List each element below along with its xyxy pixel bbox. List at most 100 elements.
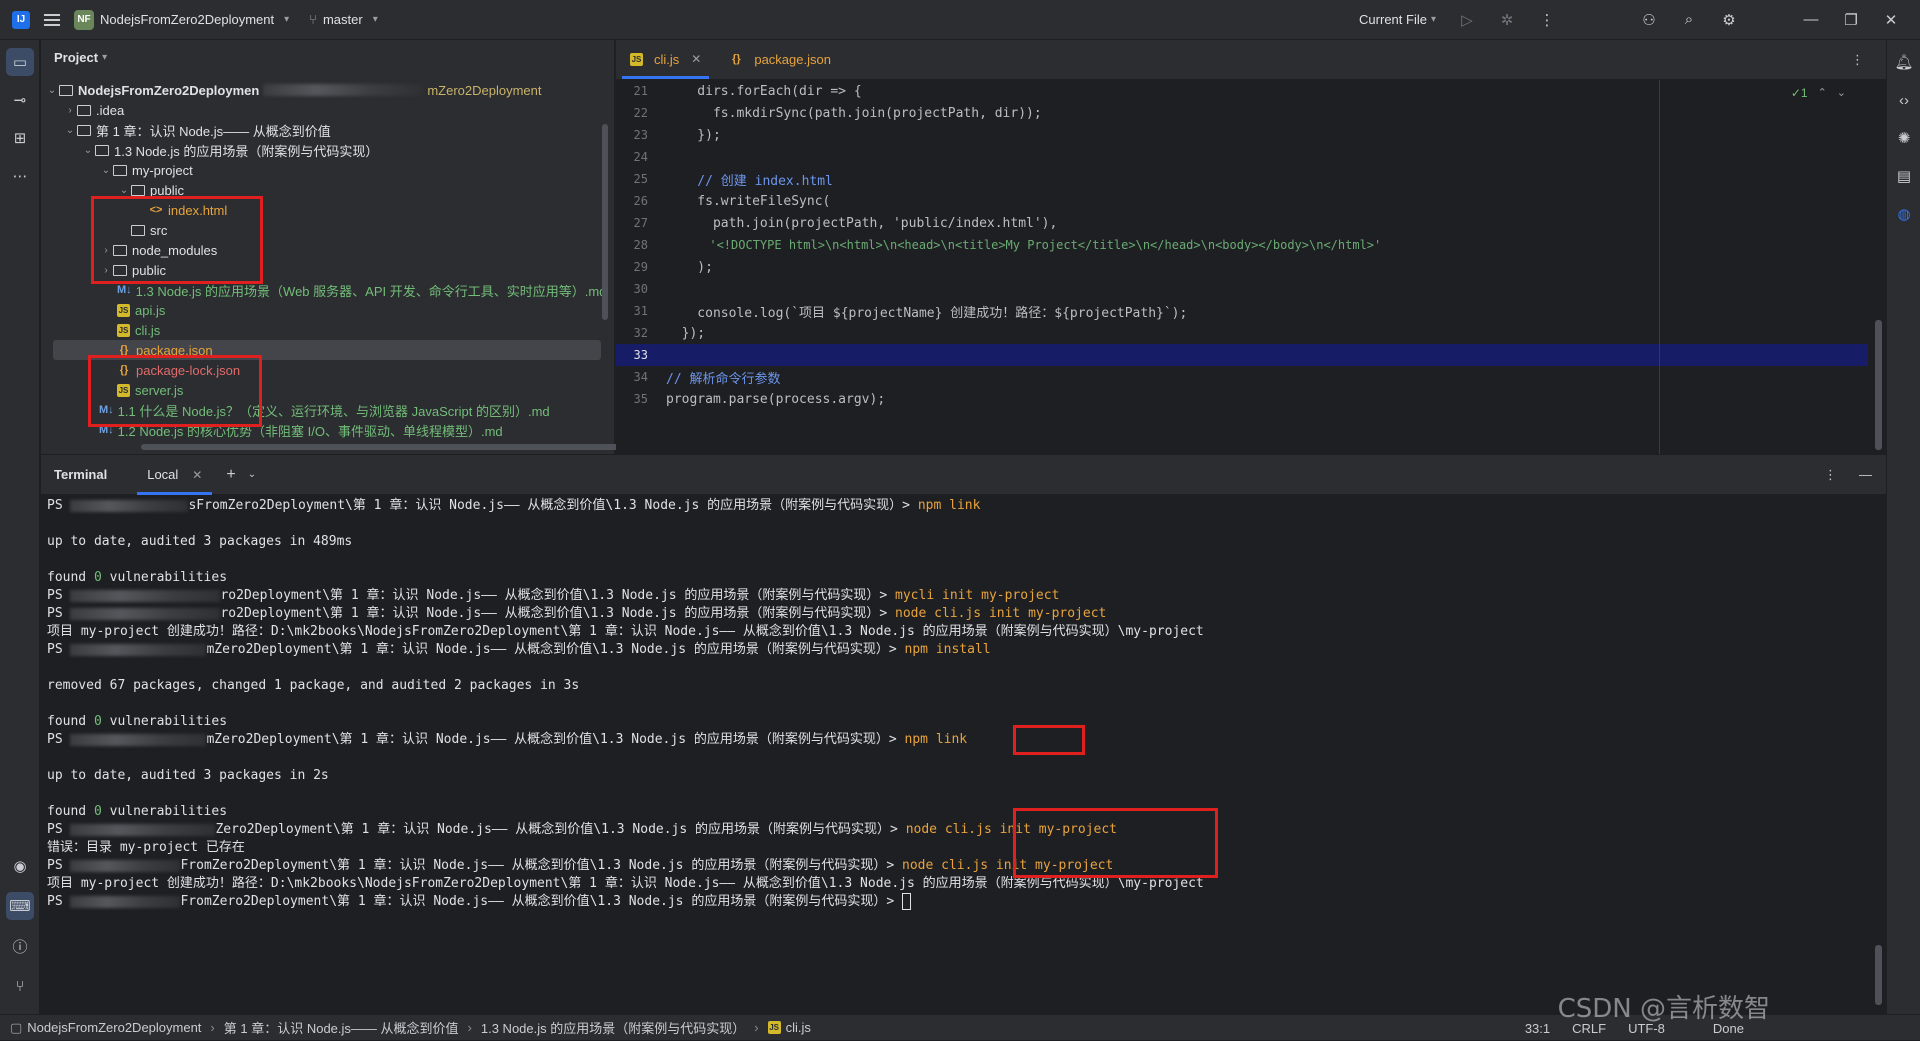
tab-package-json[interactable]: {} package.json [715, 39, 845, 79]
code-string: '<!DOCTYPE html>\n<html>\n<head>\n<title… [666, 238, 1382, 252]
collapse-arrow-icon[interactable]: ⌄ [63, 125, 77, 136]
settings-gear-icon[interactable]: ⚙ [1720, 11, 1738, 29]
code-line: 22 fs.mkdirSync(path.join(projectPath, d… [616, 102, 1868, 124]
close-tab-icon[interactable]: ✕ [691, 52, 701, 66]
project-panel-title: Project [54, 49, 99, 65]
output-text: vulnerabilities [101, 714, 228, 729]
code-area[interactable]: 21 dirs.forEach(dir => { 22 fs.mkdirSync… [616, 80, 1868, 454]
terminal-tab-local[interactable]: Local ✕ [137, 455, 213, 495]
code-with-me-icon[interactable]: ‹› [1890, 86, 1918, 114]
terminal-tool-icon[interactable]: ⌨ [6, 892, 34, 920]
breadcrumb-item[interactable]: 1.3 Node.js 的应用场景（附案例与代码实现） [481, 1018, 745, 1037]
project-horizontal-scrollbar[interactable] [141, 444, 621, 450]
terminal-cursor [902, 893, 911, 910]
collapse-arrow-icon[interactable]: ⌄ [117, 185, 131, 196]
chevron-down-icon[interactable]: ⌄ [248, 469, 256, 480]
code-line: 27 path.join(projectPath, 'public/index.… [616, 212, 1868, 234]
new-terminal-plus-icon[interactable]: + [226, 466, 235, 484]
hide-panel-icon[interactable]: — [1859, 467, 1872, 483]
main-menu-icon[interactable] [44, 13, 60, 26]
commit-tool-icon[interactable]: ⊸ [6, 86, 34, 114]
prompt-path: mZero2Deployment\第 1 章：认识 Node.js—— 从概念到… [206, 642, 905, 657]
project-panel-header[interactable]: Project ▾ [41, 40, 614, 74]
code-text: fs.mkdirSync(path.join(projectPath, dir)… [666, 105, 1042, 121]
project-tool-icon[interactable]: ▭ [6, 48, 34, 76]
collapse-arrow-icon[interactable]: ⌄ [45, 85, 59, 96]
more-tools-icon[interactable]: ⋯ [6, 162, 34, 190]
run-icon[interactable]: ▷ [1458, 11, 1476, 29]
code-text: fs.writeFileSync( [666, 193, 831, 209]
close-tab-icon[interactable]: ✕ [192, 468, 202, 482]
terminal-output[interactable]: PS sFromZero2Deployment\第 1 章：认识 Node.js… [41, 495, 1886, 1014]
code-line: 24 [616, 146, 1868, 168]
folder-icon [113, 164, 127, 176]
code-line: 35 program.parse(process.argv); [616, 388, 1868, 410]
code-text: console.log(`项目 ${projectName} 创建成功！路径：$… [666, 305, 1188, 321]
breadcrumb-item[interactable]: 第 1 章：认识 Node.js—— 从概念到价值 [224, 1018, 459, 1037]
tree-item-idea[interactable]: › .idea [41, 100, 601, 120]
git-tool-icon[interactable]: ⑂ [6, 972, 34, 1000]
terminal-scrollbar[interactable] [1875, 945, 1882, 1005]
code-line: 29 ); [616, 256, 1868, 278]
chevron-right-icon: › [467, 1020, 472, 1035]
debug-icon[interactable]: ✲ [1498, 11, 1516, 29]
more-tabs-icon[interactable]: ⋮ [1851, 52, 1864, 68]
project-switcher[interactable]: NF NodejsFromZero2Deployment ▾ [74, 9, 289, 30]
search-icon[interactable]: ⌕ [1680, 11, 1698, 29]
inspection-widget[interactable]: ✓1 ⌃ ⌄ [1791, 86, 1846, 100]
caret-position[interactable]: 33:1 [1525, 1021, 1550, 1036]
project-badge: NF [74, 9, 94, 30]
tree-item-api-js[interactable]: JS api.js [41, 300, 601, 320]
tab-label: cli.js [654, 51, 680, 67]
tree-item-chapter1[interactable]: ⌄ 第 1 章：认识 Node.js—— 从概念到价值 [41, 120, 601, 140]
terminal-options-icon[interactable]: ⋮ [1824, 467, 1837, 483]
tree-item-section13[interactable]: ⌄ 1.3 Node.js 的应用场景（附案例与代码实现） [41, 140, 601, 160]
database-tool-icon[interactable]: ▤ [1890, 162, 1918, 190]
line-number: 25 [633, 172, 648, 186]
ps-prompt: PS [47, 606, 63, 621]
ai-assistant-icon[interactable]: ✺ [1890, 124, 1918, 152]
collapse-arrow-icon[interactable]: ⌄ [81, 145, 95, 156]
branch-name: master [322, 12, 363, 27]
line-number: 27 [633, 216, 648, 230]
run-config-selector[interactable]: Current File ▾ [1359, 12, 1436, 27]
chevron-up-icon[interactable]: ⌃ [1818, 86, 1827, 100]
editor-scrollbar[interactable] [1875, 320, 1882, 450]
restore-window-icon[interactable]: ❐ [1842, 11, 1860, 29]
tree-item-my-project[interactable]: ⌄ my-project [41, 160, 601, 180]
notifications-icon[interactable]: 🔔︎ [1890, 48, 1918, 76]
prompt-path: FromZero2Deployment\第 1 章：认识 Node.js—— 从… [180, 858, 902, 873]
breadcrumb-item[interactable]: cli.js [786, 1020, 811, 1035]
folder-icon [77, 124, 91, 136]
close-window-icon[interactable]: ✕ [1882, 11, 1900, 29]
redacted-path [263, 84, 424, 96]
chevron-down-icon[interactable]: ⌄ [1837, 86, 1846, 100]
structure-tool-icon[interactable]: ⊞ [6, 124, 34, 152]
tree-item-cli-js[interactable]: JS cli.js [41, 320, 601, 340]
project-vertical-scrollbar[interactable] [602, 124, 608, 320]
collapse-arrow-icon[interactable]: ⌄ [99, 165, 113, 176]
add-user-icon[interactable]: ⚇ [1640, 11, 1658, 29]
tree-item-label: NodejsFromZero2Deploymen [78, 82, 260, 98]
breadcrumb-item[interactable]: NodejsFromZero2Deployment [27, 1020, 201, 1035]
line-number: 35 [633, 392, 648, 406]
vuln-count: 0 [93, 570, 102, 585]
terminal-line: up to date, audited 3 packages in 489ms [47, 534, 353, 549]
services-tool-icon[interactable]: ◉ [6, 852, 34, 880]
terminal-line: PS mZero2Deployment\第 1 章：认识 Node.js—— 从… [47, 639, 991, 661]
tree-item-root[interactable]: ⌄ NodejsFromZero2Deploymen mZero2Deploym… [41, 80, 601, 100]
project-tree: ⌄ NodejsFromZero2Deploymen mZero2Deploym… [41, 80, 615, 452]
code-line: 32 }); [616, 322, 1868, 344]
prompt-path: Zero2Deployment\第 1 章：认识 Node.js—— 从概念到价… [215, 822, 906, 837]
problems-tool-icon[interactable]: ⓘ [6, 932, 34, 960]
expand-arrow-icon[interactable]: › [63, 105, 77, 116]
vcs-branch-switcher[interactable]: ⑂ master ▾ [309, 12, 378, 27]
account-icon[interactable]: ◍ [1890, 200, 1918, 228]
minimize-window-icon[interactable]: — [1802, 11, 1820, 29]
ps-prompt: PS [47, 732, 63, 747]
code-text: program.parse(process.argv); [666, 391, 886, 407]
tab-cli-js[interactable]: JS cli.js ✕ [616, 39, 715, 79]
more-actions-icon[interactable]: ⋮ [1538, 11, 1556, 29]
code-line: 28 '<!DOCTYPE html>\n<html>\n<head>\n<ti… [616, 234, 1868, 256]
redacted-path [70, 607, 221, 620]
